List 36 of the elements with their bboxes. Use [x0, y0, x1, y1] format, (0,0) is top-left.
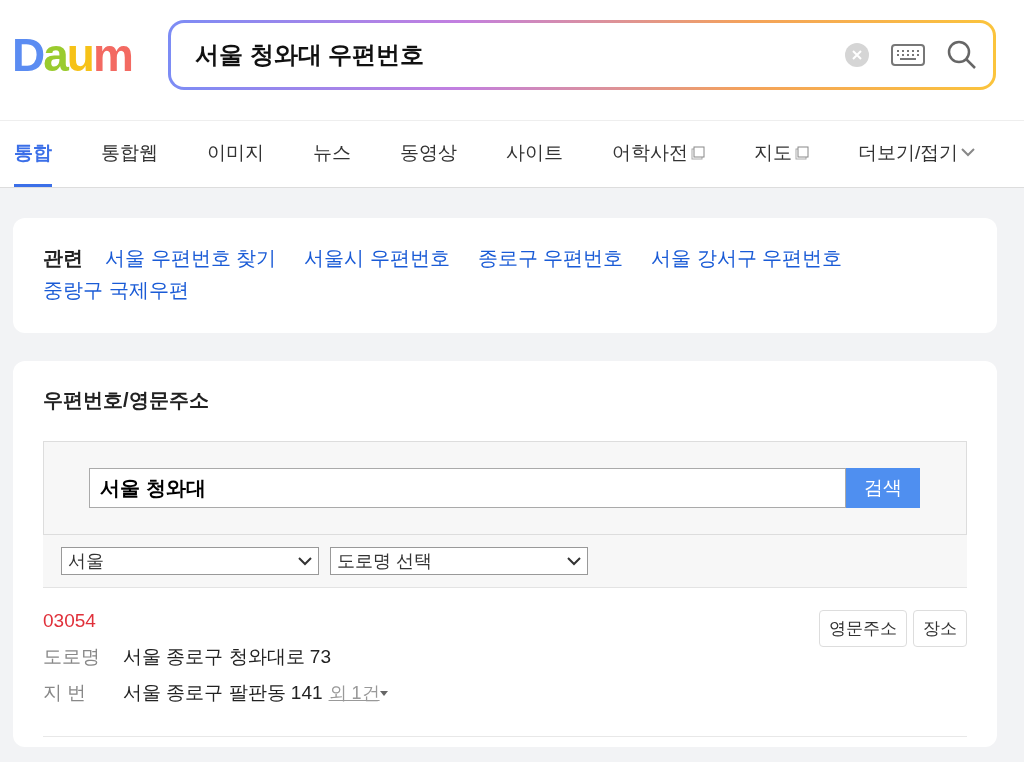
postal-code: 03054 [43, 610, 97, 632]
chevron-down-icon [961, 148, 976, 157]
nav-tab[interactable]: 어학사전 [612, 121, 705, 187]
field-label: 도로명 [43, 645, 101, 669]
related-link[interactable]: 중랑구 국제우편 [43, 277, 189, 303]
nav-tab[interactable]: 사이트 [506, 121, 563, 187]
nav-tab[interactable]: 통합 [14, 121, 52, 187]
field-value: 서울 종로구 팔판동 141 [123, 681, 323, 705]
query-field[interactable]: 서울 청와대 [89, 468, 846, 508]
action-button[interactable]: 영문주소 [819, 610, 907, 647]
dropdown[interactable]: 도로명 선택 [330, 547, 588, 575]
related-link[interactable]: 서울 우편번호 찾기 [105, 245, 277, 271]
chevron-down-icon [567, 556, 581, 566]
new-window-icon [691, 145, 705, 160]
dropdown[interactable]: 서울 [61, 547, 319, 575]
search-field[interactable]: 서울 청와대 우편번호 [193, 40, 823, 70]
nav-tab[interactable]: 지도 [754, 121, 809, 187]
nav-tab[interactable]: 뉴스 [313, 121, 351, 187]
nav-tab[interactable]: 동영상 [400, 121, 457, 187]
chevron-down-icon [298, 556, 312, 566]
nav-tab[interactable]: 이미지 [207, 121, 264, 187]
related-label: 관련 [43, 246, 83, 271]
field-label: 지 번 [43, 681, 88, 705]
nav-tab[interactable]: 통합웹 [101, 121, 158, 187]
field-value: 서울 종로구 청와대로 73 [123, 645, 331, 669]
search-bar[interactable]: 서울 청와대 우편번호 [168, 20, 996, 90]
action-button[interactable]: 장소 [913, 610, 967, 647]
section-title: 우편번호/영문주소 [43, 388, 210, 413]
nav-tab[interactable]: 더보기/접기 [858, 121, 976, 187]
related-link[interactable]: 서울 강서구 우편번호 [651, 245, 843, 271]
related-link[interactable]: 서울시 우편번호 [304, 245, 450, 271]
keyboard-icon[interactable] [891, 44, 925, 66]
related-link[interactable]: 종로구 우편번호 [477, 245, 624, 271]
caret-icon [379, 690, 388, 696]
search-icon[interactable] [947, 40, 977, 70]
new-window-icon [795, 145, 809, 160]
